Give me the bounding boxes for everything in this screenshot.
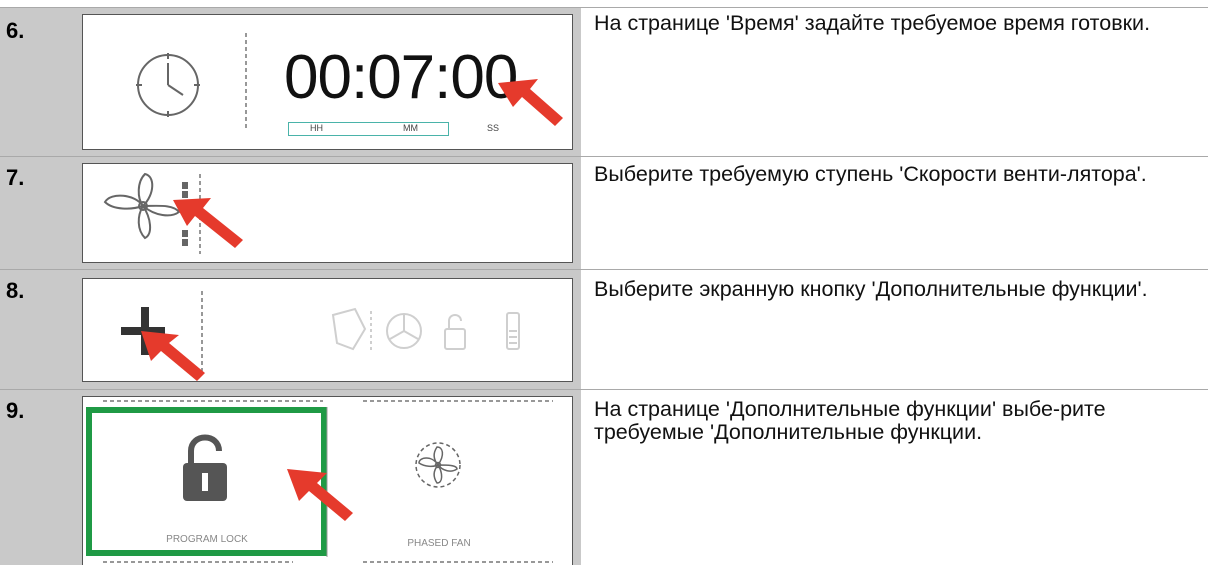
extra-functions-screenshot xyxy=(82,278,573,382)
pointer-arrow-icon xyxy=(498,79,563,126)
step-number: 7. xyxy=(6,165,25,190)
step-description: Выберите экранную кнопку 'Дополнительные… xyxy=(594,277,1148,301)
step-number: 6. xyxy=(6,18,25,43)
pointer-arrow-icon xyxy=(173,198,243,248)
step-description: Выберите требуемую ступень 'Скорости вен… xyxy=(594,162,1147,186)
timer-screenshot: 00:07:00 HH MM SS xyxy=(82,14,573,150)
step-number: 8. xyxy=(6,278,25,303)
extra-functions-page-screenshot: PROGRAM LOCK PHASED FAN xyxy=(82,396,573,565)
step-number: 9. xyxy=(6,398,25,423)
step-description: На странице 'Время' задайте требуемое вр… xyxy=(594,11,1151,35)
fan-speed-screenshot xyxy=(82,163,573,263)
pointer-arrow-icon xyxy=(287,469,353,521)
step-description: На странице 'Дополнительные функции' выб… xyxy=(594,397,1106,444)
pointer-arrow-icon xyxy=(141,331,205,381)
